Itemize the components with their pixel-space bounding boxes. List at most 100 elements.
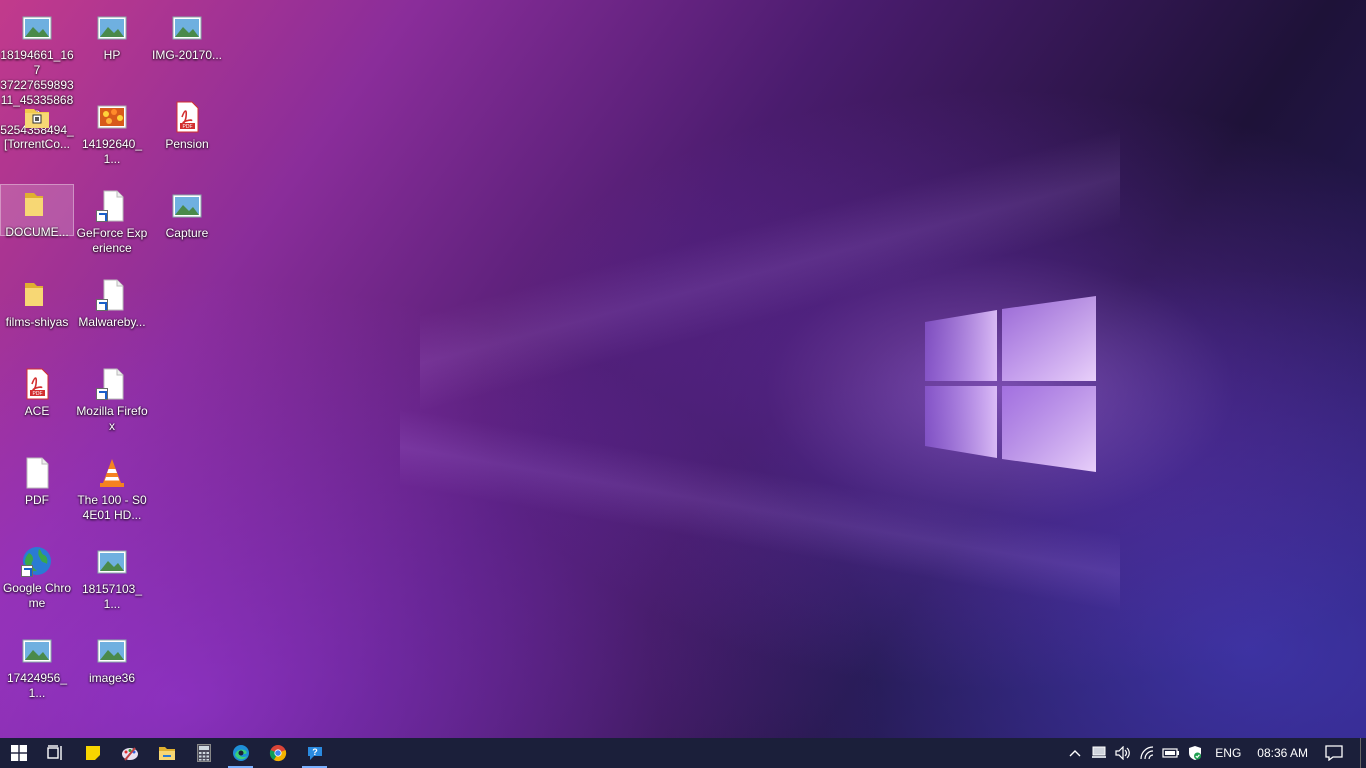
edge-icon	[232, 745, 249, 761]
desktop-icon-the-100[interactable]: The 100 - S04E01 HD...	[75, 453, 149, 539]
icon-label: 18157103_1...	[81, 582, 143, 611]
language-indicator[interactable]: ENG	[1207, 746, 1249, 760]
icon-label: Capture	[165, 226, 209, 240]
image-file-icon	[96, 12, 128, 44]
chrome-button[interactable]	[259, 738, 296, 768]
calculator-icon	[196, 744, 211, 762]
folder-icon	[21, 189, 53, 221]
icon-label: Malwareby...	[78, 315, 146, 329]
svg-text:PDF: PDF	[183, 124, 193, 130]
icon-label: Google Chrome	[2, 581, 72, 610]
icon-label: HP	[103, 48, 121, 62]
network-device-button[interactable]	[1087, 738, 1111, 768]
wifi-icon	[1140, 746, 1154, 760]
file-shortcut-icon	[96, 279, 128, 311]
clock[interactable]: 08:36 AM	[1249, 746, 1316, 760]
desktop-icon-films-shiyas[interactable]: films-shiyas	[0, 275, 74, 361]
shortcut-arrow-icon	[96, 299, 108, 311]
action-center-button[interactable]	[1316, 738, 1352, 768]
icon-label: The 100 - S04E01 HD...	[77, 493, 147, 522]
file-explorer-button[interactable]	[148, 738, 185, 768]
help-button[interactable]: ?	[296, 738, 333, 768]
taskbar: ? ENG 08:36 AM	[0, 738, 1366, 768]
monitor-icon	[1092, 746, 1107, 758]
pdf-file-icon: PDF	[171, 101, 203, 133]
icon-label: Mozilla Firefox	[76, 404, 148, 433]
file-explorer-icon	[158, 747, 175, 760]
security-button[interactable]	[1183, 738, 1207, 768]
shortcut-arrow-icon	[21, 565, 33, 577]
photo-flowers-icon	[96, 101, 128, 133]
image-file-icon	[171, 12, 203, 44]
desktop-icon-mozilla-firefox[interactable]: Mozilla Firefox	[75, 364, 149, 450]
help-icon: ?	[307, 747, 322, 760]
icon-label: IMG-20170...	[151, 48, 223, 62]
desktop-icon-14192640[interactable]: 14192640_1...	[75, 97, 149, 183]
desktop-icon-geforce-experience[interactable]: GeForce Experience	[75, 186, 149, 272]
icon-label: ACE	[24, 404, 50, 418]
desktop-icon-img-20170[interactable]: IMG-20170...	[150, 8, 224, 94]
svg-text:?: ?	[312, 747, 318, 757]
pdf-file-icon: PDF	[21, 368, 53, 400]
battery-button[interactable]	[1159, 738, 1183, 768]
icon-label: GeForce Experience	[76, 226, 148, 255]
speaker-icon	[1115, 746, 1131, 760]
desktop-icon-ace[interactable]: PDF ACE	[0, 364, 74, 450]
image-file-icon	[96, 635, 128, 667]
show-desktop-button[interactable]	[1360, 738, 1366, 768]
locked-folder-icon	[21, 101, 53, 133]
desktop-icon-pension[interactable]: PDF Pension	[150, 97, 224, 183]
image-file-icon	[21, 12, 53, 44]
task-view-icon	[46, 745, 62, 760]
image-file-icon	[21, 635, 53, 667]
show-hidden-icons-button[interactable]	[1063, 738, 1087, 768]
chevron-up-icon	[1069, 750, 1081, 757]
windows-logo-wallpaper	[925, 296, 1096, 472]
icon-label: 17424956_1...	[6, 671, 68, 700]
battery-icon	[1162, 748, 1180, 758]
icon-label: films-shiyas	[5, 315, 69, 329]
file-shortcut-icon	[96, 190, 128, 222]
paint-button[interactable]	[111, 738, 148, 768]
desktop-icon-hp[interactable]: HP	[75, 8, 149, 94]
desktop-icon-image36[interactable]: image36	[75, 631, 149, 717]
desktop-icon-google-chrome[interactable]: Google Chrome	[0, 541, 74, 627]
blank-file-icon	[21, 457, 53, 489]
calculator-button[interactable]	[185, 738, 222, 768]
paint-icon	[121, 747, 138, 761]
desktop-icon-17424956[interactable]: 17424956_1...	[0, 631, 74, 717]
folder-icon	[21, 279, 53, 311]
image-file-icon	[96, 546, 128, 578]
chrome-icon	[269, 745, 286, 762]
image-file-icon	[171, 190, 203, 222]
sticky-notes-button[interactable]	[74, 738, 111, 768]
desktop-icon-torrentco[interactable]: [TorrentCo...	[0, 97, 74, 183]
icon-label: 14192640_1...	[81, 137, 143, 166]
system-tray: ENG 08:36 AM	[1063, 738, 1366, 768]
icon-label: DOCUME...	[5, 225, 69, 239]
desktop-icon-pdf[interactable]: PDF	[0, 453, 74, 539]
svg-text:PDF: PDF	[33, 391, 43, 397]
desktop-icon-capture[interactable]: Capture	[150, 186, 224, 272]
task-view-button[interactable]	[37, 738, 74, 768]
desktop-icon-malwarebytes[interactable]: Malwareby...	[75, 275, 149, 361]
shortcut-arrow-icon	[96, 388, 108, 400]
icon-label: image36	[88, 671, 136, 685]
volume-button[interactable]	[1111, 738, 1135, 768]
windows-start-icon	[10, 745, 27, 761]
wifi-button[interactable]	[1135, 738, 1159, 768]
desktop-icon-18194661[interactable]: 18194661_167 37227659893 11_453358683 52…	[0, 8, 74, 137]
icon-label: Pension	[165, 137, 209, 151]
desktop-icon-documents[interactable]: DOCUME...	[0, 184, 74, 239]
icon-label: PDF	[25, 493, 49, 507]
shield-check-icon	[1189, 746, 1202, 760]
edge-button[interactable]	[222, 738, 259, 768]
icon-label: [TorrentCo...	[3, 137, 71, 151]
sticky-notes-icon	[85, 746, 100, 760]
vlc-cone-icon	[96, 457, 128, 489]
file-shortcut-icon	[96, 368, 128, 400]
start-button[interactable]	[0, 738, 37, 768]
desktop-icon-18157103[interactable]: 18157103_1...	[75, 542, 149, 628]
notification-icon	[1325, 745, 1343, 761]
shortcut-arrow-icon	[96, 210, 108, 222]
